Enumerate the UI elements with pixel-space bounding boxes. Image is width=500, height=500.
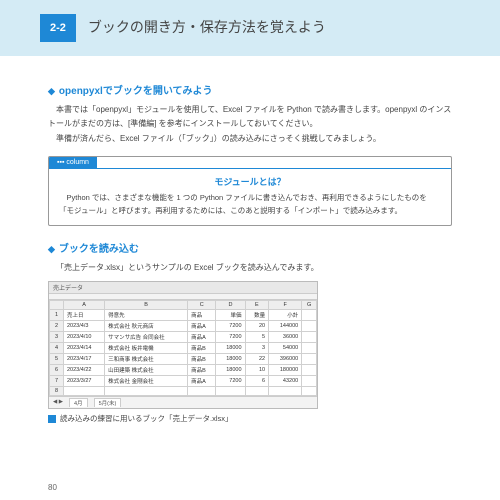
section-title: ブックの開き方・保存方法を覚えよう: [88, 18, 326, 38]
section-header: 2-2 ブックの開き方・保存方法を覚えよう: [0, 0, 500, 56]
column-body: Python では、さまざまな機能を 1 つの Python ファイルに書き込ん…: [49, 192, 451, 226]
col-header: D: [216, 300, 245, 309]
col-header: A: [64, 300, 105, 309]
section-number-badge: 2-2: [40, 14, 76, 42]
sheet-tab-bar: ◀ ▶ 4月 5月(未): [49, 396, 317, 408]
col-header: E: [245, 300, 269, 309]
subheading-read-book: ブックを読み込む: [48, 240, 452, 255]
col-header: C: [188, 300, 216, 309]
paragraph: 準備が済んだら、Excel ファイル（「ブック」）の読み込みにさっそく挑戦してみ…: [48, 132, 452, 146]
column-box: ▪▪▪ column モジュールとは？ Python では、さまざまな機能を 1…: [48, 156, 452, 227]
table-row: 1 売上日得意先商品単価数量小計: [50, 309, 317, 320]
column-header-row: A B C D E F G: [50, 300, 317, 309]
spreadsheet-screenshot: 売上データ A B C D E F G 1 売上日得意先商品単価数量小計 220…: [48, 281, 318, 409]
sheet-tab: 5月(未): [94, 398, 122, 407]
table-row: 42023/4/14株式会社 板井電機商品B18000354000: [50, 342, 317, 353]
table-row: 8: [50, 386, 317, 395]
subheading-openpyxl: openpyxlでブックを開いてみよう: [48, 82, 452, 97]
col-header: G: [302, 300, 317, 309]
table-row: 22023/4/3株式会社 秋元商店商品A720020144000: [50, 320, 317, 331]
column-tab-label: ▪▪▪ column: [49, 157, 97, 168]
col-header: F: [269, 300, 302, 309]
paragraph: 本書では「openpyxl」モジュールを使用して、Excel ファイルを Pyt…: [48, 103, 452, 130]
corner-cell: [50, 300, 64, 309]
table-row: 52023/4/17三和商事 株式会社商品B1800022396000: [50, 353, 317, 364]
paragraph: 「売上データ.xlsx」というサンプルの Excel ブックを読み込んでみます。: [48, 261, 452, 275]
page-number: 80: [48, 483, 57, 492]
table-row: 32023/4/10サマンサ広告 合同会社商品A7200536000: [50, 331, 317, 342]
sheet-nav-arrows: ◀ ▶: [53, 399, 63, 405]
figure-caption: 読み込みの練習に用いるブック「売上データ.xlsx」: [48, 413, 452, 424]
col-header: B: [105, 300, 188, 309]
sheet-tab: 4月: [69, 398, 88, 407]
table-row: 62023/4/22山田建築 株式会社商品B1800010180000: [50, 364, 317, 375]
caption-icon: [48, 415, 56, 423]
table-row: 72023/3/27株式会社 金剛会社商品A7200643200: [50, 375, 317, 386]
spreadsheet-titlebar: 売上データ: [49, 282, 317, 294]
spreadsheet-grid: A B C D E F G 1 売上日得意先商品単価数量小計 22023/4/3…: [49, 300, 317, 396]
column-title: モジュールとは？: [49, 169, 451, 192]
